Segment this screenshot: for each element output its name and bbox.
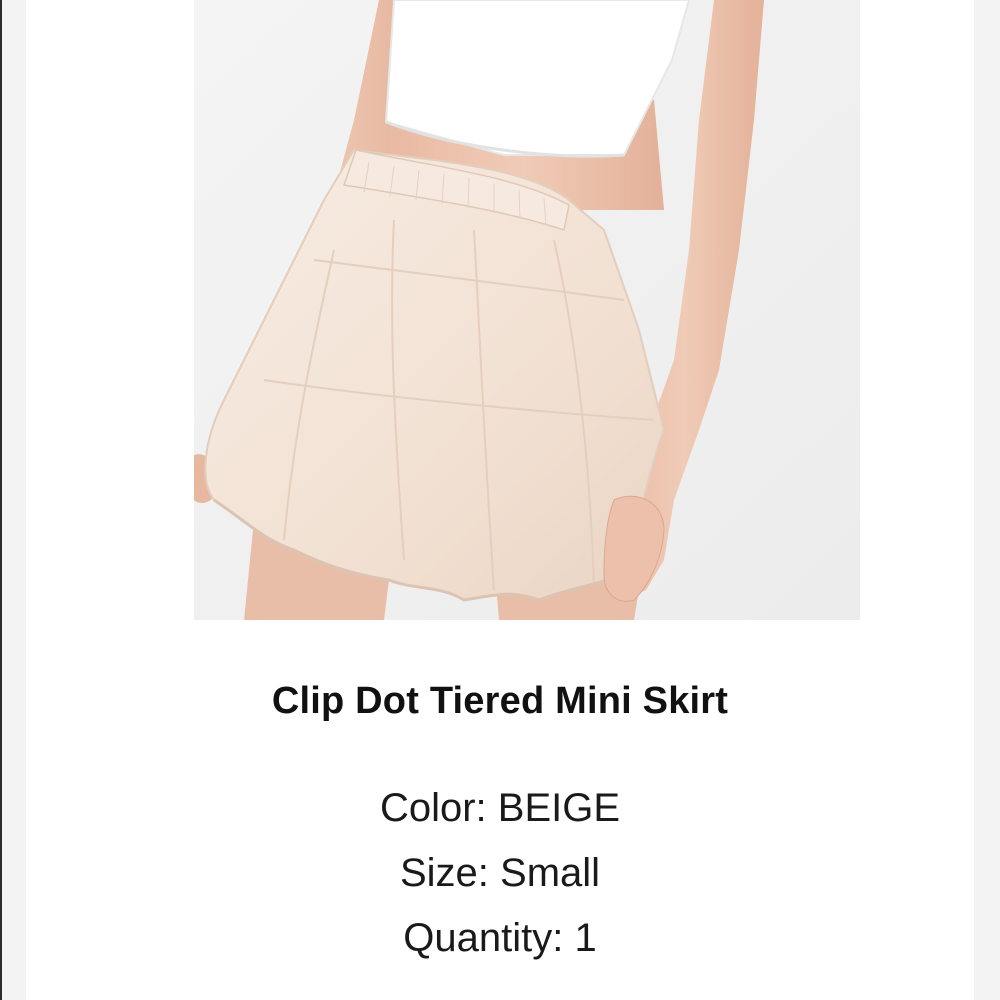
size-value: Small (500, 851, 601, 895)
size-label: Size: (399, 851, 489, 895)
quantity-label: Quantity: (403, 916, 564, 960)
color-value: BEIGE (497, 786, 621, 830)
product-color-line: Color: BEIGE (26, 786, 974, 831)
order-item-page: Clip Dot Tiered Mini Skirt Color: BEIGE … (0, 0, 1000, 1000)
product-quantity-line: Quantity: 1 (26, 916, 974, 961)
product-image[interactable] (194, 0, 860, 620)
color-label: Color: (379, 786, 487, 830)
product-photo-illustration (194, 0, 860, 620)
quantity-value: 1 (574, 916, 597, 960)
product-size-line: Size: Small (26, 851, 974, 896)
order-item-card: Clip Dot Tiered Mini Skirt Color: BEIGE … (26, 0, 974, 1000)
product-title[interactable]: Clip Dot Tiered Mini Skirt (26, 680, 974, 723)
left-edge-divider (0, 0, 2, 1000)
